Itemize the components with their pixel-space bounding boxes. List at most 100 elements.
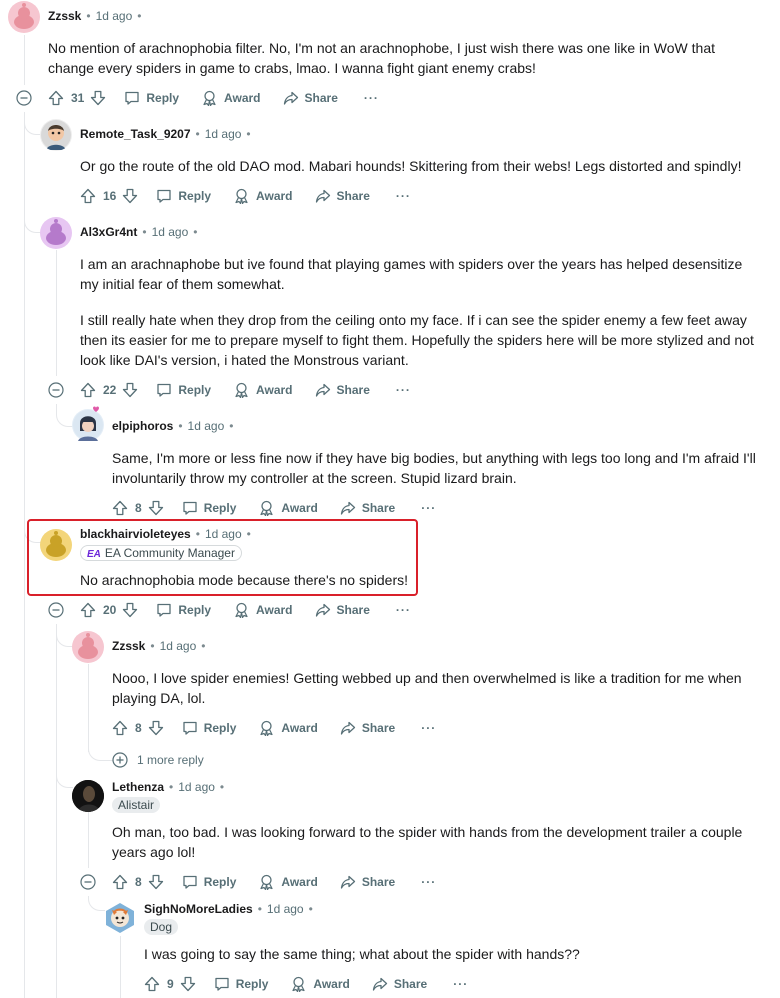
more-options-button[interactable]: ··· bbox=[421, 716, 436, 740]
reply-button[interactable]: Reply bbox=[182, 870, 236, 894]
separator: • bbox=[142, 225, 147, 239]
comment-body: No arachnophobia mode because there's no… bbox=[80, 570, 410, 590]
reply-button[interactable]: Reply bbox=[182, 716, 237, 740]
upvote-icon[interactable] bbox=[80, 184, 96, 208]
award-button[interactable]: Award bbox=[233, 184, 293, 208]
separator: • bbox=[169, 780, 174, 794]
more-options-button[interactable]: ··· bbox=[421, 870, 436, 894]
downvote-icon[interactable] bbox=[122, 598, 138, 622]
username[interactable]: Al3xGr4nt bbox=[80, 225, 137, 239]
timestamp[interactable]: 1d ago bbox=[178, 780, 215, 794]
more-options-button[interactable]: ··· bbox=[364, 86, 379, 110]
reply-label: Reply bbox=[235, 977, 269, 991]
comment-icon bbox=[183, 501, 197, 515]
vote-count: 8 bbox=[135, 875, 142, 889]
timestamp[interactable]: 1d ago bbox=[188, 419, 225, 433]
timestamp[interactable]: 1d ago bbox=[205, 527, 242, 541]
upvote-icon[interactable] bbox=[80, 598, 96, 622]
award-button[interactable]: Award bbox=[290, 972, 350, 996]
reply-button[interactable]: Reply bbox=[124, 86, 179, 110]
award-button[interactable]: Award bbox=[233, 598, 293, 622]
upvote-icon[interactable] bbox=[112, 496, 128, 520]
username[interactable]: blackhairvioleteyes bbox=[80, 527, 191, 541]
avatar[interactable] bbox=[72, 631, 104, 663]
share-button[interactable]: Share bbox=[315, 184, 370, 208]
award-label: Award bbox=[313, 977, 350, 991]
reply-button[interactable]: Reply bbox=[156, 378, 211, 402]
reply-button[interactable]: Reply bbox=[156, 184, 211, 208]
avatar[interactable] bbox=[104, 902, 136, 934]
award-button[interactable]: Award bbox=[201, 86, 261, 110]
downvote-icon[interactable] bbox=[122, 378, 138, 402]
upvote-icon[interactable] bbox=[144, 972, 160, 996]
avatar[interactable] bbox=[40, 217, 72, 249]
timestamp[interactable]: 1d ago bbox=[160, 639, 197, 653]
username[interactable]: Lethenza bbox=[112, 780, 164, 794]
user-flair: Alistair bbox=[112, 797, 161, 813]
timestamp[interactable]: 1d ago bbox=[267, 902, 304, 916]
downvote-icon[interactable] bbox=[148, 496, 164, 520]
reply-button[interactable]: Reply bbox=[182, 496, 237, 520]
reply-label: Reply bbox=[146, 91, 180, 105]
username[interactable]: elpiphoros bbox=[112, 419, 173, 433]
more-options-button[interactable]: ··· bbox=[421, 496, 436, 520]
comment-icon bbox=[157, 603, 172, 617]
username[interactable]: Zzssk bbox=[48, 9, 81, 23]
avatar[interactable] bbox=[40, 119, 72, 151]
upvote-icon[interactable] bbox=[48, 86, 64, 110]
share-button[interactable]: Share bbox=[372, 972, 427, 996]
reply-button[interactable]: Reply bbox=[214, 972, 269, 996]
award-button[interactable]: Award bbox=[233, 378, 293, 402]
comment-actions: 16 Reply Award Share ··· bbox=[80, 184, 411, 208]
username[interactable]: Zzssk bbox=[112, 639, 145, 653]
separator: • bbox=[86, 9, 91, 23]
downvote-icon[interactable] bbox=[122, 184, 138, 208]
more-replies-link[interactable]: 1 more reply bbox=[112, 752, 204, 768]
reply-label: Reply bbox=[203, 501, 237, 515]
more-replies-label: 1 more reply bbox=[137, 753, 204, 767]
downvote-icon[interactable] bbox=[90, 86, 106, 110]
upvote-icon[interactable] bbox=[112, 870, 128, 894]
more-options-button[interactable]: ··· bbox=[453, 972, 468, 996]
avatar[interactable] bbox=[8, 1, 40, 33]
thread-line bbox=[56, 624, 57, 998]
share-button[interactable]: Share bbox=[315, 598, 370, 622]
more-options-button[interactable]: ··· bbox=[396, 184, 411, 208]
share-button[interactable]: Share bbox=[315, 378, 370, 402]
share-button[interactable]: Share bbox=[340, 496, 395, 520]
thread-line bbox=[56, 250, 57, 376]
timestamp[interactable]: 1d ago bbox=[96, 9, 133, 23]
award-icon bbox=[203, 90, 216, 106]
separator: • bbox=[308, 902, 313, 916]
downvote-icon[interactable] bbox=[180, 972, 196, 996]
upvote-icon[interactable] bbox=[112, 716, 128, 740]
award-button[interactable]: Award bbox=[258, 716, 318, 740]
collapse-icon[interactable] bbox=[80, 874, 96, 890]
username[interactable]: Remote_Task_9207 bbox=[80, 127, 191, 141]
award-button[interactable]: Award bbox=[258, 496, 318, 520]
separator: • bbox=[150, 639, 155, 653]
award-button[interactable]: Award bbox=[258, 870, 318, 894]
share-button[interactable]: Share bbox=[340, 716, 395, 740]
downvote-icon[interactable] bbox=[148, 716, 164, 740]
collapse-icon[interactable] bbox=[48, 382, 64, 398]
timestamp[interactable]: 1d ago bbox=[205, 127, 242, 141]
share-label: Share bbox=[336, 189, 370, 203]
reply-button[interactable]: Reply bbox=[156, 598, 211, 622]
more-options-button[interactable]: ··· bbox=[396, 598, 411, 622]
avatar[interactable] bbox=[72, 406, 104, 441]
downvote-icon[interactable] bbox=[148, 870, 164, 894]
avatar[interactable] bbox=[72, 780, 104, 812]
username[interactable]: SighNoMoreLadies bbox=[144, 902, 253, 916]
reply-label: Reply bbox=[203, 721, 237, 735]
share-icon bbox=[340, 501, 355, 515]
collapse-icon[interactable] bbox=[16, 90, 32, 106]
upvote-icon[interactable] bbox=[80, 378, 96, 402]
timestamp[interactable]: 1d ago bbox=[152, 225, 189, 239]
avatar[interactable] bbox=[40, 529, 72, 561]
share-button[interactable]: Share bbox=[283, 86, 338, 110]
share-button[interactable]: Share bbox=[340, 870, 395, 894]
ea-logo-icon: EA bbox=[87, 549, 101, 560]
collapse-icon[interactable] bbox=[48, 602, 64, 618]
more-options-button[interactable]: ··· bbox=[396, 378, 411, 402]
